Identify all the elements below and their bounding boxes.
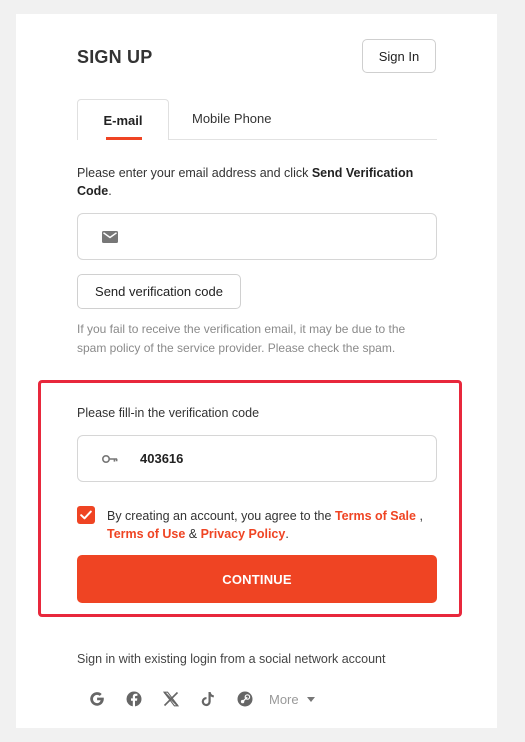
tab-email-label: E-mail: [103, 112, 143, 128]
tiktok-icon[interactable]: [197, 688, 219, 710]
active-tab-indicator: [106, 137, 142, 140]
instruction-suffix: .: [108, 184, 112, 198]
signup-card: SIGN UP Sign In E-mail Mobile Phone Plea…: [16, 14, 497, 728]
email-field[interactable]: [77, 213, 437, 260]
more-label: More: [269, 691, 299, 707]
social-login-label: Sign in with existing login from a socia…: [77, 652, 386, 666]
spam-hint: If you fail to receive the verification …: [77, 322, 406, 355]
x-icon[interactable]: [160, 688, 182, 710]
google-icon[interactable]: [86, 688, 108, 710]
steam-icon[interactable]: [234, 688, 256, 710]
page-title: SIGN UP: [77, 47, 153, 67]
more-social-dropdown[interactable]: More: [269, 692, 315, 707]
email-instruction: Please enter your email address and clic…: [77, 164, 437, 200]
tab-mobile-phone[interactable]: Mobile Phone: [192, 111, 272, 126]
caret-down-icon: [306, 696, 315, 702]
sign-in-button[interactable]: Sign In: [362, 39, 436, 73]
send-verification-code-button[interactable]: Send verification code: [77, 274, 241, 309]
instruction-text: Please enter your email address and clic…: [77, 166, 312, 180]
highlight-box: [38, 380, 462, 617]
tab-email[interactable]: E-mail: [77, 99, 169, 140]
mail-icon: [102, 229, 118, 245]
social-login-row: More: [86, 688, 315, 710]
facebook-icon[interactable]: [123, 688, 145, 710]
